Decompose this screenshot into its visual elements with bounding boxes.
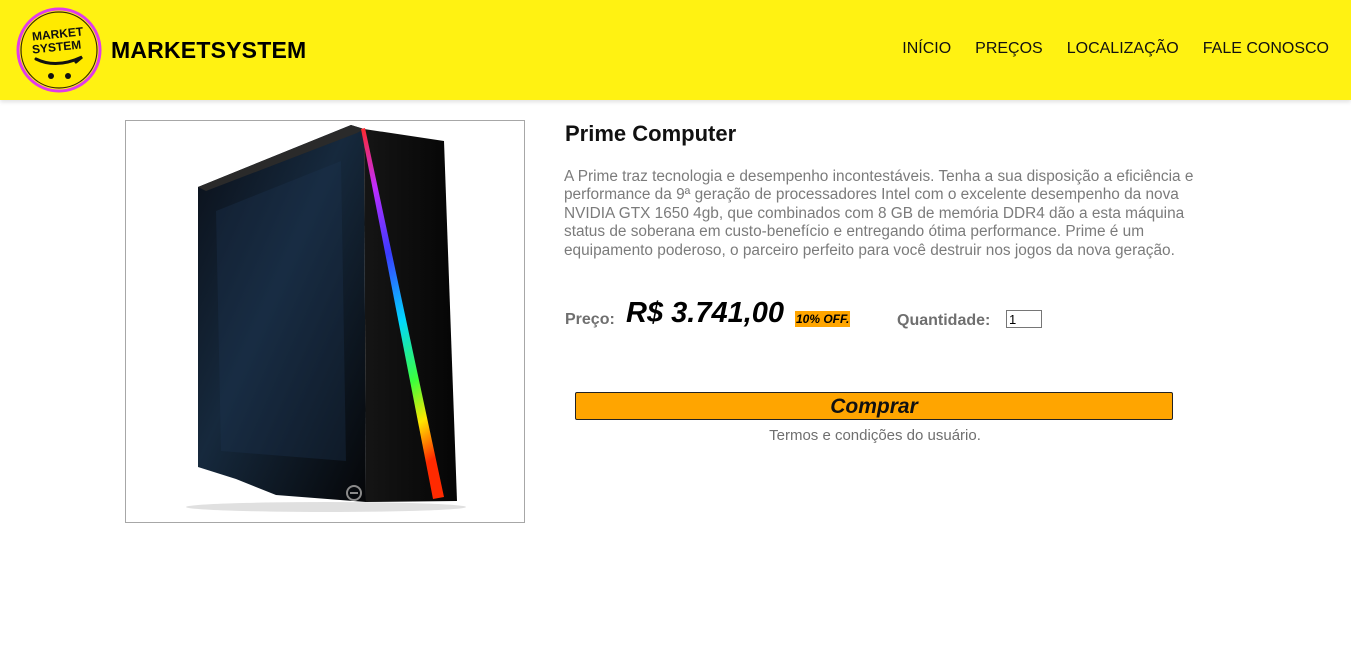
quantity-label: Quantidade: <box>897 312 991 329</box>
site-header: MARKET SYSTEM MARKETSYSTEM INÍCIO PREÇOS… <box>0 0 1351 100</box>
product-image <box>125 120 525 523</box>
product-title: Prime Computer <box>565 121 737 146</box>
buy-button[interactable]: Comprar <box>575 392 1173 420</box>
pc-tower-image <box>186 125 466 512</box>
nav-link-fale-conosco[interactable]: FALE CONOSCO <box>1203 40 1329 58</box>
discount-badge: 10% OFF. <box>795 311 851 327</box>
terms-link[interactable]: Termos e condições do usuário. <box>575 427 1175 444</box>
nav-link-localizacao[interactable]: LOCALIZAÇÃO <box>1067 40 1179 58</box>
quantity-input[interactable] <box>1006 310 1042 328</box>
main-nav: INÍCIO PREÇOS LOCALIZAÇÃO FALE CONOSCO <box>902 40 1329 58</box>
logo[interactable]: MARKET SYSTEM <box>16 7 102 93</box>
nav-link-precos[interactable]: PREÇOS <box>975 40 1043 58</box>
brand-name[interactable]: MARKETSYSTEM <box>111 37 306 64</box>
price-value: R$ 3.741,00 <box>626 297 785 329</box>
nav-link-inicio[interactable]: INÍCIO <box>902 40 951 58</box>
product-description: A Prime traz tecnologia e desempenho inc… <box>564 168 1194 259</box>
price-label: Preço: <box>565 311 615 328</box>
